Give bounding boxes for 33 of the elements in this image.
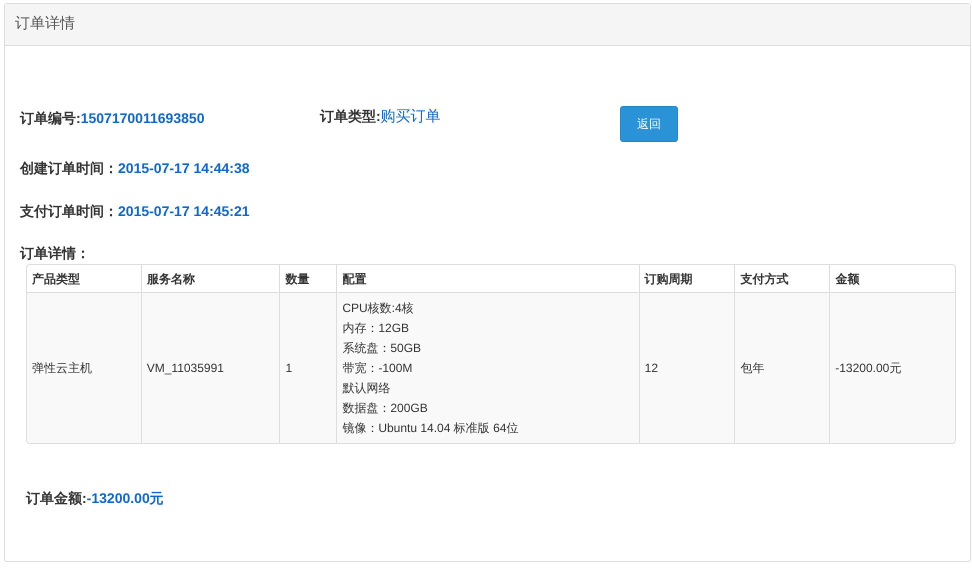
order-total-value: -13200.00元	[86, 489, 164, 508]
column-header: 支付方式	[735, 265, 830, 292]
column-header: 金额	[834, 270, 860, 288]
column-header: 服务名称	[142, 265, 280, 292]
order-type-label: 订单类型:	[320, 107, 381, 126]
config-line: CPU核数:4核	[342, 300, 415, 317]
paid-time-value: 2015-07-17 14:45:21	[118, 202, 250, 221]
column-header: 产品类型	[27, 265, 142, 292]
table-cell-text: VM_11035991	[146, 360, 224, 377]
config-line: 数据盘：200GB	[342, 400, 429, 417]
details-heading: 订单详情：	[20, 245, 90, 261]
table-cell-text: 12	[644, 360, 658, 377]
column-header: 数量	[280, 265, 338, 292]
config-line: 系统盘：50GB	[342, 340, 422, 357]
config-line: 带宽：-100M	[342, 360, 414, 377]
paid-time-label: 支付订单时间：	[20, 202, 118, 221]
panel-title: 订单详情	[15, 14, 75, 34]
order-type-value: 购买订单	[380, 107, 441, 127]
config-line: 默认网络	[342, 380, 392, 397]
config-line: 内存：12GB	[342, 320, 410, 337]
table-cell-text: 弹性云主机	[32, 360, 92, 377]
table-cell-text: 1	[285, 360, 292, 377]
table-cell-text: -13200.00元	[835, 360, 902, 377]
back-button[interactable]: 返回	[620, 106, 678, 142]
created-time-label: 创建订单时间：	[20, 159, 118, 178]
column-header: 订购周期	[640, 265, 736, 292]
order-number-value: 1507170011693850	[80, 109, 204, 128]
config-line: 镜像：Ubuntu 14.04 标准版 64位	[342, 420, 518, 437]
created-time-value: 2015-07-17 14:44:38	[118, 159, 250, 178]
table-cell-text: 包年	[740, 360, 764, 377]
column-header: 配置	[337, 265, 640, 292]
order-total-label: 订单金额:	[26, 489, 87, 508]
order-number-label: 订单编号:	[20, 109, 81, 128]
